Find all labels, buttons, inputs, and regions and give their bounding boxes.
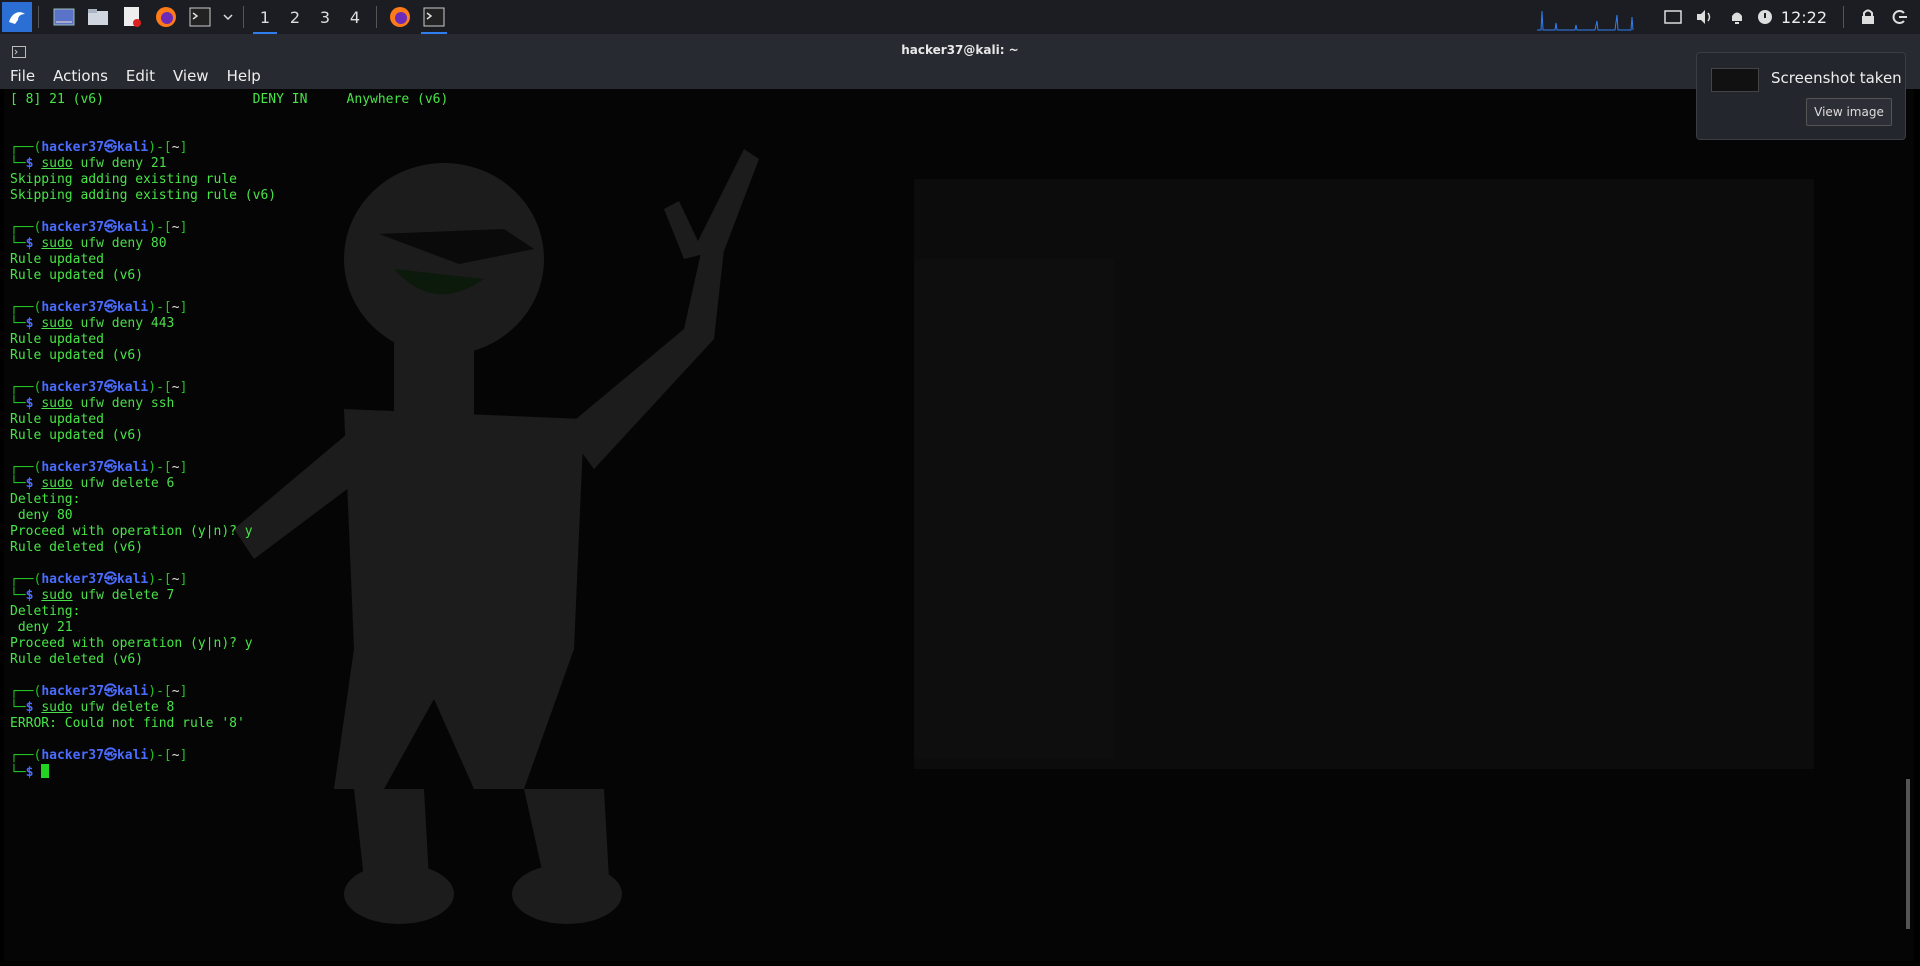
system-tray: 12:22 [1535, 0, 1920, 34]
workspace-2[interactable]: 2 [280, 0, 310, 34]
terminal-line: Skipping adding existing rule [10, 172, 237, 187]
taskbar-terminal[interactable] [417, 0, 451, 34]
top-panel: 1 2 3 4 12:22 [0, 0, 1920, 34]
lock-icon[interactable] [1854, 0, 1882, 34]
chevron-down-icon[interactable] [219, 2, 237, 32]
terminal-line: └─$ sudo ufw delete 6 [10, 476, 175, 491]
terminal-icon[interactable] [185, 2, 215, 32]
screenshot-thumbnail[interactable] [1711, 68, 1759, 92]
menu-edit[interactable]: Edit [116, 67, 163, 85]
terminal-line: deny 80 [10, 508, 73, 523]
terminal-line: ┌──(hacker37㉿kali)-[~] [10, 572, 188, 587]
taskbar-firefox[interactable] [383, 0, 417, 34]
terminal-cursor [41, 764, 50, 778]
menu-file[interactable]: File [0, 67, 43, 85]
terminal-line: Proceed with operation (y|n)? y [10, 636, 253, 651]
terminal-line: ┌──(hacker37㉿kali)-[~] [10, 748, 188, 763]
terminal-line: Rule deleted (v6) [10, 652, 144, 667]
terminal-line: └─$ sudo ufw delete 8 [10, 700, 175, 715]
file-manager-icon[interactable] [83, 2, 113, 32]
menu-actions[interactable]: Actions [43, 67, 116, 85]
panel-separator [243, 6, 244, 28]
terminal-line: Skipping adding existing rule (v6) [10, 188, 277, 203]
terminal-line: Rule deleted (v6) [10, 540, 144, 555]
screenshot-notification[interactable]: Screenshot taken View image [1696, 52, 1906, 140]
notification-bell-icon[interactable] [1723, 0, 1751, 34]
terminal-line: └─$ sudo ufw deny ssh [10, 396, 175, 411]
terminal-line: Rule updated [10, 332, 104, 347]
window-title: hacker37@kali: ~ [901, 43, 1019, 57]
terminal-line: Rule updated (v6) [10, 428, 144, 443]
desktop-icon[interactable] [49, 2, 79, 32]
terminal-line: └─$ [10, 764, 448, 780]
volume-icon[interactable] [1691, 0, 1719, 34]
terminal-line: Rule updated [10, 412, 104, 427]
logout-icon[interactable] [1886, 0, 1914, 34]
terminal-line: [ 8] 21 (v6) DENY IN Anywhere (v6) [10, 92, 449, 107]
terminal-line: Rule updated (v6) [10, 268, 144, 283]
terminal-area[interactable]: [ 8] 21 (v6) DENY IN Anywhere (v6) ┌──(ha… [4, 89, 1914, 961]
terminal-line: ┌──(hacker37㉿kali)-[~] [10, 380, 188, 395]
text-editor-icon[interactable] [117, 2, 147, 32]
workspace-1[interactable]: 1 [250, 0, 280, 34]
terminal-line: ERROR: Could not find rule '8' [10, 716, 245, 731]
display-icon[interactable] [1659, 0, 1687, 34]
firefox-icon [390, 7, 410, 27]
panel-separator [1843, 6, 1844, 28]
cpu-graph [1535, 3, 1635, 31]
notification-title: Screenshot taken [1771, 69, 1902, 87]
menu-bar: File Actions Edit View Help [0, 63, 1920, 89]
menu-view[interactable]: View [163, 67, 217, 85]
terminal-line: └─$ sudo ufw deny 80 [10, 236, 167, 251]
terminal-line: └─$ sudo ufw deny 443 [10, 316, 175, 331]
view-image-button[interactable]: View image [1806, 98, 1892, 126]
terminal-line: ┌──(hacker37㉿kali)-[~] [10, 684, 188, 699]
terminal-icon [423, 7, 445, 27]
kali-menu-icon[interactable] [2, 2, 32, 32]
terminal-scrollbar[interactable] [1906, 779, 1910, 929]
terminal-line: Proceed with operation (y|n)? y [10, 524, 253, 539]
terminal-line: Deleting: [10, 492, 81, 507]
menu-help[interactable]: Help [217, 67, 269, 85]
terminal-line: ┌──(hacker37㉿kali)-[~] [10, 140, 188, 155]
panel-separator [38, 6, 39, 28]
power-status-icon[interactable] [1755, 0, 1775, 34]
panel-separator [376, 6, 377, 28]
clock[interactable]: 12:22 [1781, 8, 1827, 27]
terminal-line: ┌──(hacker37㉿kali)-[~] [10, 220, 188, 235]
terminal-line: Rule updated (v6) [10, 348, 144, 363]
terminal-line: └─$ sudo ufw deny 21 [10, 156, 167, 171]
terminal-line: └─$ sudo ufw delete 7 [10, 588, 175, 603]
terminal-line: Rule updated [10, 252, 104, 267]
workspace-3[interactable]: 3 [310, 0, 340, 34]
workspace-4[interactable]: 4 [340, 0, 370, 34]
terminal-line: deny 21 [10, 620, 73, 635]
terminal-output: [ 8] 21 (v6) DENY IN Anywhere (v6) ┌──(ha… [10, 92, 448, 780]
firefox-icon[interactable] [151, 2, 181, 32]
terminal-line: ┌──(hacker37㉿kali)-[~] [10, 300, 188, 315]
terminal-line: Deleting: [10, 604, 81, 619]
terminal-line: ┌──(hacker37㉿kali)-[~] [10, 460, 188, 475]
